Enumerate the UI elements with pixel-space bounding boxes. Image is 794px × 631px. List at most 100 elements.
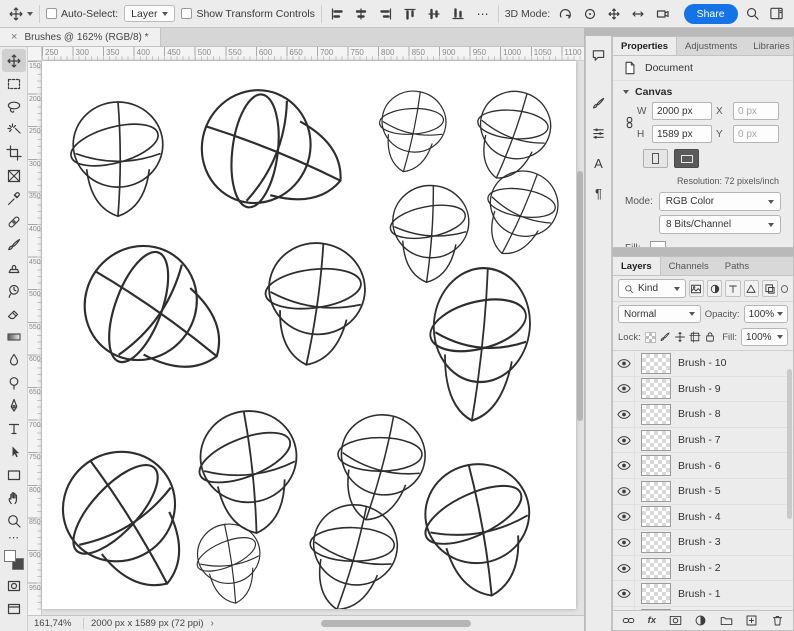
bit-depth-select[interactable]: 8 Bits/Channel [659, 215, 781, 234]
fill-input[interactable]: 100% [741, 328, 788, 346]
checkbox-box[interactable] [45, 8, 57, 19]
brush-settings-panel-icon[interactable] [588, 92, 610, 114]
layer-visibility-toggle[interactable] [613, 453, 635, 478]
scrollbar-thumb[interactable] [577, 171, 583, 421]
eyedropper-tool[interactable] [2, 187, 26, 210]
layer-visibility-toggle[interactable] [613, 478, 635, 504]
3d-zoom-icon[interactable] [653, 4, 671, 23]
new-layer-icon[interactable] [745, 614, 758, 627]
filter-adjustment-layers-icon[interactable] [706, 280, 723, 297]
lock-transparency-icon[interactable] [644, 331, 656, 343]
opacity-input[interactable]: 100% [743, 305, 788, 323]
layer-row[interactable]: Brush - 10 [613, 351, 793, 377]
filter-smart-objects-icon[interactable] [762, 280, 778, 297]
layer-thumbnail[interactable] [641, 378, 671, 400]
canvas[interactable] [42, 61, 576, 609]
lock-pixels-icon[interactable] [659, 331, 671, 343]
scrollbar-thumb[interactable] [320, 620, 471, 627]
layer-visibility-toggle[interactable] [613, 427, 635, 453]
brush-tool[interactable] [2, 233, 26, 256]
layer-row[interactable]: Brush - 6 [613, 453, 793, 479]
eraser-tool[interactable] [2, 302, 26, 325]
move-tool[interactable] [1, 49, 26, 72]
zoom-level[interactable]: 161,74% [34, 618, 76, 629]
pen-tool[interactable] [2, 394, 26, 417]
link-layers-icon[interactable] [622, 614, 635, 627]
link-dimensions-icon[interactable] [621, 116, 637, 129]
layer-row[interactable]: Brush - 3 [613, 530, 793, 556]
align-left-icon[interactable] [328, 4, 346, 23]
layer-visibility-toggle[interactable] [613, 504, 635, 530]
align-right-icon[interactable] [376, 4, 394, 23]
horizontal-scrollbar[interactable] [221, 619, 578, 628]
character-panel-icon[interactable]: A [588, 152, 610, 174]
ruler-origin-corner[interactable] [28, 47, 42, 61]
tab-channels[interactable]: Channels [661, 257, 717, 275]
screen-mode-icon[interactable] [2, 597, 26, 620]
layer-row[interactable]: Brush - 5 [613, 478, 793, 505]
layer-thumbnail[interactable] [641, 429, 671, 451]
show-transform-checkbox[interactable]: Show Transform Controls [181, 8, 315, 20]
new-group-icon[interactable] [720, 614, 733, 627]
layer-row-partial[interactable] [613, 606, 793, 610]
new-adjustment-layer-icon[interactable] [694, 614, 707, 627]
tab-paths[interactable]: Paths [717, 257, 757, 275]
more-align-options-icon[interactable]: ⋯ [473, 4, 491, 23]
layer-thumbnail[interactable] [641, 455, 671, 477]
blend-mode-select[interactable]: Normal [618, 305, 701, 323]
layer-visibility-toggle[interactable] [613, 555, 635, 581]
horizontal-ruler[interactable]: 250 300 350 400 450 500 550 600 650 700 750 800 850 9… [42, 47, 584, 61]
layer-visibility-toggle[interactable] [613, 530, 635, 555]
layer-thumbnail[interactable] [641, 583, 671, 605]
layer-visibility-toggle[interactable] [613, 402, 635, 427]
tab-close-icon[interactable]: × [11, 31, 17, 43]
vertical-scrollbar[interactable] [576, 61, 584, 615]
checkbox-box[interactable] [181, 8, 193, 19]
layer-thumbnail[interactable] [641, 506, 671, 528]
layer-row[interactable]: Brush - 2 [613, 555, 793, 582]
paragraph-panel-icon[interactable]: ¶ [588, 182, 610, 204]
edit-toolbar-icon[interactable]: ⋯ [8, 532, 19, 546]
3d-roll-icon[interactable] [581, 4, 599, 23]
layer-thumbnail[interactable] [641, 403, 671, 425]
canvas-width-input[interactable] [652, 102, 712, 120]
dodge-tool[interactable] [2, 371, 26, 394]
path-selection-tool[interactable] [2, 440, 26, 463]
canvas-height-input[interactable] [652, 125, 712, 143]
color-swatches[interactable] [3, 550, 24, 570]
quick-mask-icon[interactable] [2, 574, 26, 597]
mixer-settings-panel-icon[interactable] [588, 122, 610, 144]
zoom-tool[interactable] [2, 509, 26, 532]
layer-thumbnail[interactable] [641, 608, 671, 610]
object-selection-tool[interactable] [2, 118, 26, 141]
layer-thumbnail[interactable] [641, 531, 671, 553]
color-mode-select[interactable]: RGB Color [658, 192, 781, 211]
3d-orbit-icon[interactable] [556, 4, 574, 23]
lock-all-icon[interactable] [704, 331, 716, 343]
search-icon[interactable] [744, 4, 762, 23]
tab-properties[interactable]: Properties [613, 37, 677, 55]
layers-scrollbar-thumb[interactable] [787, 369, 792, 519]
marquee-tool[interactable] [2, 72, 26, 95]
rectangle-tool[interactable] [2, 463, 26, 486]
foreground-color-swatch[interactable] [3, 550, 16, 562]
portrait-orientation-button[interactable] [643, 149, 668, 168]
lock-position-icon[interactable] [674, 331, 686, 343]
tab-layers[interactable]: Layers [613, 257, 661, 275]
workspace-switcher-icon[interactable] [768, 4, 786, 23]
layer-thumbnail[interactable] [641, 557, 671, 579]
filter-kind-select[interactable]: Kind [618, 279, 686, 298]
3d-pan-icon[interactable] [605, 4, 623, 23]
delete-layer-icon[interactable] [771, 614, 784, 627]
layer-visibility-toggle[interactable] [613, 606, 635, 610]
lasso-tool[interactable] [2, 95, 26, 118]
align-center-horizontal-icon[interactable] [352, 4, 370, 23]
hand-tool[interactable] [2, 486, 26, 509]
canvas-y-input[interactable] [733, 125, 779, 143]
filter-toggle-icon[interactable] [780, 284, 788, 293]
auto-select-checkbox[interactable]: Auto-Select: [45, 8, 118, 20]
comments-panel-icon[interactable] [588, 44, 610, 66]
tab-adjustments[interactable]: Adjustments [677, 37, 745, 55]
align-middle-icon[interactable] [425, 4, 443, 23]
add-layer-mask-icon[interactable] [669, 614, 682, 627]
